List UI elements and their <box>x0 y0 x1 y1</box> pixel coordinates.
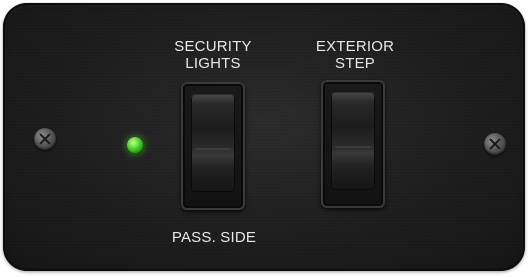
rocker-paddle[interactable] <box>331 92 375 190</box>
rocker-paddle[interactable] <box>191 94 235 192</box>
exterior-step-rocker-switch[interactable] <box>321 80 385 208</box>
exterior-step-label: EXTERIOR STEP <box>315 38 395 72</box>
security-lights-label: SECURITY LIGHTS <box>174 38 252 72</box>
pass-side-label: PASS. SIDE <box>171 229 257 246</box>
screw-icon <box>484 133 506 155</box>
screw-icon <box>34 128 56 150</box>
security-lights-rocker-switch[interactable] <box>181 82 245 210</box>
indicator-led <box>127 137 143 153</box>
